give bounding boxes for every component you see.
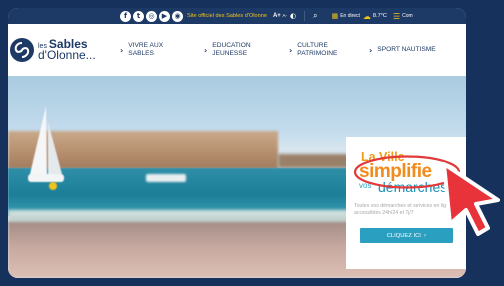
contrast-icon[interactable]: ◐ (290, 12, 296, 20)
social-icons: f t ◎ ▶ ◉ (120, 10, 183, 22)
chevron-right-icon: › (423, 232, 427, 239)
browser-frame: f t ◎ ▶ ◉ Site officiel des Sables d'Olo… (8, 8, 466, 278)
rss-icon[interactable]: ◉ (172, 10, 183, 22)
instagram-icon[interactable]: ◎ (146, 10, 157, 22)
logo-emblem-icon (10, 38, 34, 62)
logo-olonne: d'Olonne... (38, 48, 96, 63)
font-increase-button[interactable]: A+ (273, 13, 281, 19)
site-logo[interactable]: les Sables d'Olonne... (10, 33, 100, 67)
cta-label: CLIQUEZ ICI (386, 232, 421, 239)
divider (304, 11, 306, 21)
chevron-right-icon: › (369, 45, 373, 55)
youtube-icon[interactable]: ▶ (159, 10, 170, 22)
temperature: 8.7°C (372, 13, 387, 19)
distant-boat (146, 174, 186, 182)
nav-label: SPORT NAUTISME (377, 46, 436, 54)
nav-item-education-jeunesse[interactable]: › EDUCATION JEUNESSE (204, 24, 251, 76)
twitter-icon[interactable]: t (133, 10, 144, 22)
logo-text: les Sables d'Olonne... (38, 38, 96, 63)
nav-item-culture-patrimoine[interactable]: › CULTURE PATRIMOINE (289, 24, 337, 76)
chevron-right-icon: › (120, 45, 124, 55)
nav-label: VIVRE AUX SABLES (128, 42, 164, 57)
en-direct-label: En direct (340, 13, 360, 19)
calendar-icon: ▦ (331, 12, 339, 20)
top-utility-bar: f t ◎ ▶ ◉ Site officiel des Sables d'Olo… (8, 8, 466, 24)
sailboat-icon (28, 106, 64, 182)
nav-label: EDUCATION JEUNESSE (212, 42, 251, 57)
menu-label[interactable]: Com (402, 13, 413, 19)
official-site-text: Site officiel des Sables d'Olonne (187, 13, 267, 19)
hamburger-menu-icon[interactable]: ☰ (393, 12, 400, 21)
font-decrease-button[interactable]: A- (282, 13, 287, 18)
font-size-controls[interactable]: A+ A- (273, 13, 287, 19)
red-pointer-cursor-icon (442, 162, 500, 236)
facebook-icon[interactable]: f (120, 10, 131, 22)
chevron-right-icon: › (204, 45, 208, 55)
main-navigation: les Sables d'Olonne... › VIVRE AUX SABLE… (8, 24, 466, 76)
nav-item-vivre-aux-sables[interactable]: › VIVRE AUX SABLES (120, 24, 163, 76)
en-direct-link[interactable]: ▦ En direct (332, 12, 360, 20)
yellow-buoy (49, 182, 57, 190)
weather-cloud-icon: ☁ (362, 11, 371, 21)
nav-label: CULTURE PATRIMOINE (297, 42, 338, 57)
search-icon[interactable]: ⌕ (313, 11, 317, 21)
nav-item-sport-nautisme[interactable]: › SPORT NAUTISME (369, 24, 436, 76)
chevron-right-icon: › (289, 45, 293, 55)
